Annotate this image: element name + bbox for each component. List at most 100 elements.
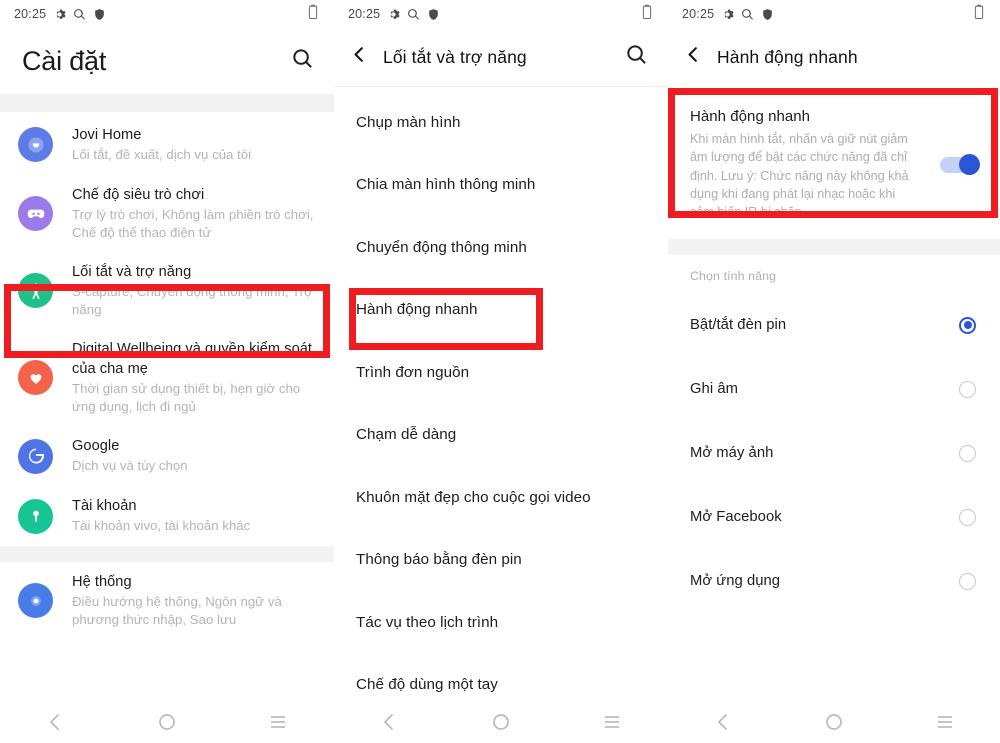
nav-home-button[interactable]: [445, 713, 556, 731]
nav-back-button[interactable]: [334, 713, 445, 731]
option-flashlight-toggle[interactable]: Bật/tắt đèn pin: [668, 293, 1000, 357]
option-voice-record[interactable]: Ghi âm: [668, 357, 1000, 421]
list-top-band: [0, 94, 334, 112]
menu-item-label: Tác vụ theo lịch trình: [356, 613, 499, 631]
shield-icon: [761, 8, 774, 21]
search-icon[interactable]: [625, 43, 648, 71]
option-label: Mở Facebook: [690, 509, 782, 526]
nav-recents-button[interactable]: [223, 714, 334, 730]
page-title: Cài đặt: [22, 45, 107, 76]
nav-bar: [0, 700, 334, 743]
settings-item-subtitle: Thời gian sử dụng thiết bị, hẹn giờ cho …: [72, 380, 301, 414]
nav-home-button[interactable]: [779, 713, 890, 731]
quick-action-toggle[interactable]: [940, 154, 980, 176]
shortcut-menu-list: Chụp màn hình Chia màn hình thông minh C…: [334, 87, 668, 716]
option-label: Ghi âm: [690, 381, 738, 398]
shield-icon: [427, 8, 440, 21]
panel-settings: 20:25 Cài đặt Jovi Home Lối tắt, đề xuất…: [0, 0, 334, 743]
settings-item-title: Chế độ siêu trò chơi: [72, 186, 205, 203]
radio-button[interactable]: [959, 444, 976, 462]
settings-header: Cài đặt: [0, 28, 334, 94]
status-clock: 20:25: [682, 7, 715, 21]
settings-item-subtitle: Dịch vụ và tùy chọn: [72, 458, 188, 474]
nav-home-button[interactable]: [111, 713, 222, 731]
menu-item-easy-touch[interactable]: Chạm dễ dàng: [334, 404, 668, 467]
status-clock: 20:25: [348, 7, 381, 21]
menu-item-label: Chế độ dùng một tay: [356, 676, 498, 694]
settings-item-title: Tài khoản: [72, 498, 137, 515]
menu-item-label: Chụp màn hình: [356, 113, 461, 131]
nav-bar: [334, 700, 668, 743]
menu-item-scheduled-tasks[interactable]: Tác vụ theo lịch trình: [334, 591, 668, 654]
radio-button[interactable]: [959, 380, 976, 398]
settings-item-jovi-home[interactable]: Jovi Home Lối tắt, đề xuất, dịch vụ của …: [0, 112, 334, 175]
menu-item-label: Chạm dễ dàng: [356, 426, 457, 444]
panel-shortcuts-accessibility: 20:25 Lối tắt và trợ năng Chụp màn hình …: [334, 0, 668, 743]
gear-icon: [721, 8, 734, 21]
shield-icon: [93, 8, 106, 21]
settings-item-system[interactable]: Hệ thống Điều hướng hệ thống, Ngôn ngữ v…: [0, 562, 334, 639]
option-open-camera[interactable]: Mở máy ảnh: [668, 421, 1000, 485]
jovi-icon: [18, 127, 53, 163]
quick-action-toggle-card[interactable]: Hành động nhanh Khi màn hình tắt, nhấn v…: [668, 94, 1000, 240]
radio-button-selected[interactable]: [959, 316, 976, 334]
section-separator: [668, 239, 1000, 256]
status-bar: 20:25: [334, 0, 668, 28]
list-group-separator: [0, 546, 334, 563]
panel-quick-action: 20:25 Hành động nhanh Hành động nhanh Kh…: [668, 0, 1000, 743]
gear-icon: [53, 8, 66, 21]
menu-item-quick-action[interactable]: Hành động nhanh: [334, 279, 668, 342]
menu-item-flashlight-notification[interactable]: Thông báo bằng đèn pin: [334, 529, 668, 592]
nav-bar: [668, 700, 1000, 743]
three-panel-screenshot: 20:25 Cài đặt Jovi Home Lối tắt, đề xuất…: [0, 0, 1000, 743]
radio-button[interactable]: [959, 508, 976, 526]
nav-recents-button[interactable]: [889, 714, 1000, 730]
menu-item-smart-motion[interactable]: Chuyển động thông minh: [334, 216, 668, 279]
settings-item-title: Lối tắt và trợ năng: [72, 264, 192, 281]
page-header: Lối tắt và trợ năng: [334, 28, 668, 86]
option-open-facebook[interactable]: Mở Facebook: [668, 485, 1000, 549]
back-chevron-icon[interactable]: [350, 45, 369, 69]
menu-item-label: Chuyển động thông minh: [356, 238, 527, 256]
search-icon: [741, 8, 754, 21]
settings-item-title: Jovi Home: [72, 127, 142, 143]
toggle-knob: [959, 154, 980, 176]
menu-item-power-menu[interactable]: Trình đơn nguồn: [334, 341, 668, 404]
settings-item-title: Google: [72, 438, 120, 455]
section-label-choose-feature: Chọn tính năng: [690, 269, 777, 284]
menu-item-label: Trình đơn nguồn: [356, 363, 470, 381]
system-icon: [18, 583, 53, 619]
option-label: Mở máy ảnh: [690, 445, 774, 462]
nav-back-button[interactable]: [0, 713, 111, 731]
nav-recents-button[interactable]: [557, 714, 668, 730]
back-chevron-icon[interactable]: [684, 45, 703, 69]
menu-item-video-call-beauty[interactable]: Khuôn mặt đẹp cho cuộc gọi video: [334, 466, 668, 529]
menu-item-label: Khuôn mặt đẹp cho cuộc gọi video: [356, 488, 591, 506]
settings-item-google[interactable]: Google Dịch vụ và tùy chọn: [0, 426, 334, 486]
status-bar: 20:25: [668, 0, 1000, 28]
option-open-app[interactable]: Mở ứng dụng: [668, 549, 1000, 613]
radio-button[interactable]: [959, 572, 976, 590]
nav-back-button[interactable]: [668, 713, 779, 731]
settings-item-title: Hệ thống: [72, 574, 132, 591]
search-icon[interactable]: [291, 47, 314, 75]
settings-item-subtitle: Lối tắt, đề xuất, dịch vụ của tôi: [72, 147, 252, 163]
card-title: Hành động nhanh: [690, 108, 811, 125]
menu-item-smart-split-screen[interactable]: Chia màn hình thông minh: [334, 154, 668, 217]
settings-list: Jovi Home Lối tắt, đề xuất, dịch vụ của …: [0, 112, 334, 640]
battery-icon: [306, 4, 320, 25]
settings-item-super-game-mode[interactable]: Chế độ siêu trò chơi Trợ lý trò chơi, Kh…: [0, 175, 334, 252]
key-icon: [18, 498, 53, 534]
search-icon: [407, 8, 420, 21]
menu-item-label: Thông báo bằng đèn pin: [356, 551, 522, 569]
settings-item-digital-wellbeing[interactable]: Digital Wellbeing và quyền kiểm soát của…: [0, 329, 334, 426]
page-title: Lối tắt và trợ năng: [383, 46, 527, 67]
heart-icon: [18, 360, 53, 396]
settings-item-title: Digital Wellbeing và quyền kiểm soát của…: [72, 341, 313, 377]
menu-item-screenshot[interactable]: Chụp màn hình: [334, 91, 668, 154]
menu-item-label: Chia màn hình thông minh: [356, 176, 536, 194]
settings-item-subtitle: Điều hướng hệ thống, Ngôn ngữ và phương …: [72, 594, 282, 627]
settings-item-shortcuts-accessibility[interactable]: Lối tắt và trợ năng S-capture, Chuyển độ…: [0, 252, 334, 329]
settings-item-accounts[interactable]: Tài khoản Tài khoản vivo, tài khoản khác: [0, 486, 334, 546]
google-g-icon: [18, 438, 53, 474]
